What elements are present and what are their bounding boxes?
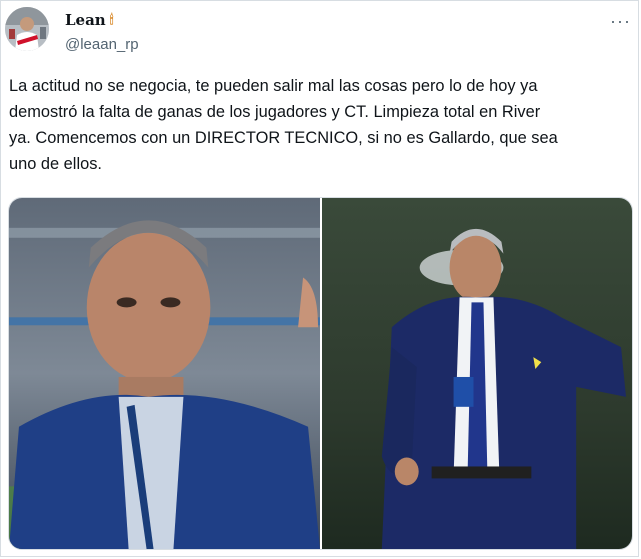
author-handle[interactable]: @leaan_rp xyxy=(65,36,139,53)
photo-coach-stadium[interactable] xyxy=(9,198,320,549)
avatar-image xyxy=(5,7,49,51)
tweet-card[interactable]: Lean 🕯 @leaan_rp ··· La actitud no se ne… xyxy=(0,0,639,557)
tweet-text: La actitud no se negocia, te pueden sali… xyxy=(9,77,558,173)
photo-left-image xyxy=(9,198,320,549)
more-options-icon[interactable]: ··· xyxy=(610,11,631,32)
photo-coach-pitch[interactable] xyxy=(322,198,632,549)
tweet-media[interactable] xyxy=(8,197,633,550)
author-name[interactable]: Lean 🕯 xyxy=(65,11,113,29)
candle-emoji-icon: 🕯 xyxy=(109,12,114,28)
profile-avatar[interactable] xyxy=(5,7,49,51)
author-name-text: Lean xyxy=(65,11,106,29)
photo-right-image xyxy=(322,198,632,549)
